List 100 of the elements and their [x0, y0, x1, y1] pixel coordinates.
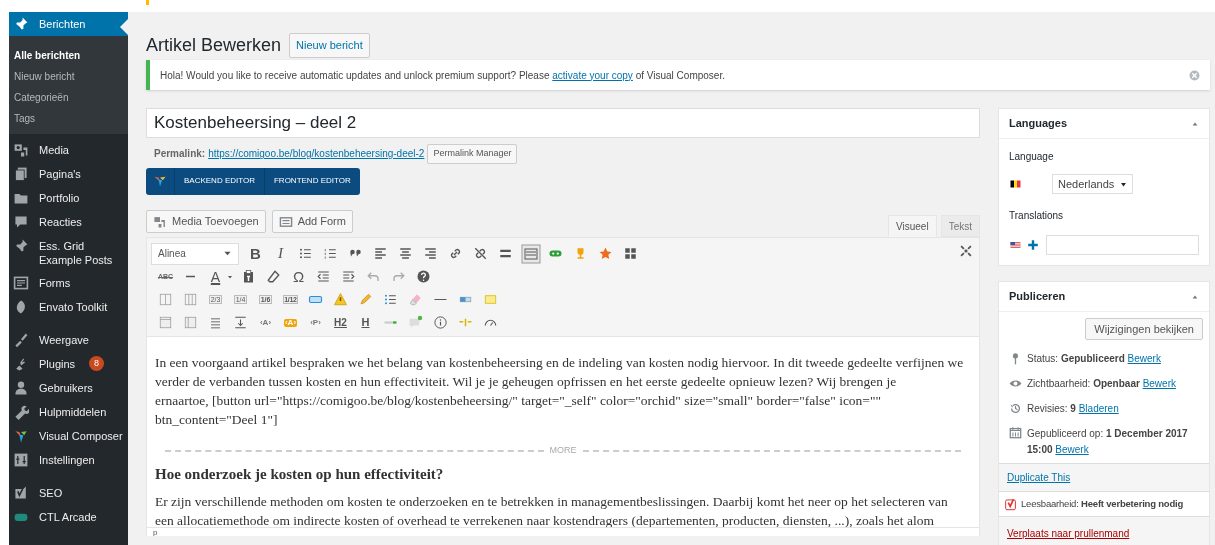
numbered-list-icon[interactable] — [323, 246, 338, 261]
new-post-button[interactable]: Nieuw bericht — [289, 33, 370, 58]
wrench-icon — [13, 404, 29, 420]
sidebar-item[interactable]: SEO — [9, 481, 128, 505]
stack-icon[interactable] — [208, 315, 223, 330]
heading-button[interactable]: H — [361, 317, 370, 328]
edit-link[interactable]: Bewerk — [1127, 353, 1161, 364]
plus-icon[interactable] — [1027, 239, 1039, 251]
sidebar-item[interactable]: Instellingen — [9, 448, 128, 472]
close-icon[interactable] — [1189, 69, 1200, 81]
backend-editor-button[interactable]: BACKEND EDITOR — [175, 167, 265, 195]
unlink-icon[interactable] — [473, 246, 488, 261]
list-icon[interactable] — [383, 292, 398, 307]
publish-info-text: Gepubliceerd op: 1 December 2017 15:00 Bewerk — [1027, 427, 1189, 457]
edit-link[interactable]: Bewerk — [1055, 444, 1089, 455]
anchor-button[interactable]: ‹A› — [259, 318, 272, 327]
speech-bubble-icon[interactable] — [408, 315, 423, 330]
italic-button[interactable]: I — [278, 246, 283, 261]
form-icon — [278, 214, 293, 229]
fullscreen-icon[interactable] — [959, 244, 973, 258]
editor-tab[interactable]: Visueel — [888, 215, 937, 237]
frontend-editor-button[interactable]: FRONTEND EDITOR — [265, 167, 360, 195]
camera-music-icon — [13, 142, 29, 158]
three-columns-icon[interactable] — [183, 292, 198, 307]
add-form-button[interactable]: Add Form — [271, 210, 353, 233]
duplicate-link[interactable]: Duplicate This — [1007, 472, 1071, 483]
format-dropdown[interactable]: Alinea — [151, 242, 239, 265]
align-left-icon[interactable] — [373, 246, 388, 261]
bold-button[interactable]: B — [250, 246, 261, 261]
help-icon[interactable] — [416, 269, 431, 284]
settings-icon — [13, 452, 29, 468]
calendar-icon — [1009, 426, 1022, 439]
form-icon — [13, 275, 29, 291]
align-right-icon[interactable] — [423, 246, 438, 261]
publish-info-text: Status: Gepubliceerd Bewerk — [1027, 352, 1161, 365]
sidebar-item[interactable]: Reacties — [9, 210, 128, 234]
pin-icon — [13, 238, 29, 254]
align-center-icon[interactable] — [398, 246, 413, 261]
paintbrush-icon — [13, 332, 29, 348]
add-media-button[interactable]: Media Toevoegen — [146, 210, 266, 233]
warning-icon[interactable] — [333, 292, 348, 307]
language-dropdown[interactable]: Nederlands — [1052, 174, 1134, 194]
pages-icon — [13, 166, 29, 182]
bullet-list-icon[interactable] — [298, 246, 313, 261]
section-heading: Hoe onderzoek je kosten op hun effectiviteit? — [155, 465, 445, 484]
toolbar-toggle-icon[interactable] — [520, 243, 541, 264]
special-character-button[interactable]: Ω — [292, 269, 305, 284]
sidebar-item[interactable]: Berichten — [9, 12, 128, 36]
sidebar-item[interactable]: Pagina's — [9, 162, 128, 186]
yoast-logo-icon — [1005, 497, 1018, 511]
notice-link[interactable]: activate your copy — [552, 69, 633, 81]
body-paragraph: In een voorgaand artikel bespraken we het belang van kostenbeheersing en de indeling van kosten nodig hiervoor. In dit tweede gedeelte verfijnen we verder de verbanden tussen kosten en hun effectiviteit. Wil je je geheugen opfrissen en het eerste gedeelte opnieuw lezen? Wij brengen je ernaartoe, [button url="https://comigoo.be/blog/kostenbeheersing/" target="_self" color="orchid" size="small" border="false" icon="" btn_content="Deel 1"] — [155, 354, 965, 429]
two-columns-icon[interactable] — [158, 292, 173, 307]
publish-info-text: Revisies: 9 Bladeren — [1027, 402, 1119, 415]
sidebar-item[interactable]: Ess. Grid Example Posts — [9, 234, 128, 271]
download-icon[interactable] — [233, 315, 248, 330]
eraser-icon[interactable] — [266, 269, 281, 284]
sidebar-item[interactable]: Forms — [9, 271, 128, 295]
readability-text: Leesbaarheid: Heeft verbetering nodig — [1021, 497, 1184, 511]
submenu-item[interactable]: Tags — [9, 108, 128, 129]
outdent-icon[interactable] — [316, 269, 331, 284]
permalink-link[interactable]: https://comigoo.be/blog/kostenbeheersing-deel-2 — [208, 146, 425, 162]
sidebar-item[interactable]: Media — [9, 138, 128, 162]
sidebar-item[interactable]: CTL Arcade — [9, 505, 128, 529]
notice-text: Hola! Would you like to receive automatic updates and unlock premium support? Please activate your copy of Visual Composer. — [160, 68, 725, 83]
field-label: Translations — [1009, 209, 1065, 223]
sidebar-item[interactable]: Envato Toolkit — [9, 295, 128, 319]
composer-logo-icon — [153, 174, 167, 188]
clipboard-icon[interactable] — [241, 269, 256, 284]
body-paragraph: Er zijn verschillende methoden om kosten te onderzoeken en te betrekken in managementbeslissingen. Daarbij komt het neer op het selecteren van een allocatiemethode om indirecte kosten of overhead te verrekenen naar kostendragers (departementen, producten, diensten, ...), zoals het alom — [155, 493, 949, 530]
edit-link[interactable]: Bladeren — [1078, 403, 1119, 414]
panel-icon[interactable] — [183, 315, 198, 330]
text-color-button[interactable]: A — [210, 269, 221, 284]
info-icon[interactable] — [433, 315, 448, 330]
pin-icon — [13, 16, 29, 32]
editor-tab[interactable]: Tekst — [940, 215, 980, 237]
page-title: Artikel Bewerken — [146, 34, 282, 57]
submenu-item[interactable]: Nieuw bericht — [9, 66, 128, 87]
sidebar-item[interactable]: Portfolio — [9, 186, 128, 210]
more-tag-label: MORE — [549, 444, 577, 457]
sidebar-item[interactable]: Gebruikers — [9, 376, 128, 400]
translation-field[interactable] — [1046, 235, 1199, 255]
indent-icon[interactable] — [341, 269, 356, 284]
title-field[interactable]: Kostenbeheersing – deel 2 — [146, 108, 980, 138]
preview-changes-button[interactable]: Wijzigingen bekijken — [1085, 318, 1203, 340]
link-icon[interactable] — [448, 246, 463, 261]
permalink-manager-button[interactable]: Permalink Manager — [427, 144, 518, 164]
grid-icon[interactable] — [623, 246, 638, 261]
pencil-icon[interactable] — [358, 292, 373, 307]
heading-button[interactable]: H2 — [334, 317, 347, 328]
sidebar-item[interactable]: Visual Composer — [9, 424, 128, 448]
sidebar-item[interactable]: Hulpmiddelen — [9, 400, 128, 424]
sidebar-item[interactable]: Weergave — [9, 328, 128, 352]
submenu-item[interactable]: Categorieën — [9, 87, 128, 108]
window-icon[interactable] — [158, 315, 173, 330]
paragraph-tag-button[interactable]: ‹P› — [310, 318, 321, 327]
star-icon[interactable] — [598, 246, 613, 261]
sidebar-item[interactable]: Plugins 8 — [9, 352, 128, 376]
edit-link[interactable]: Bewerk — [1142, 378, 1176, 389]
submenu-item[interactable]: Alle berichten — [9, 45, 128, 66]
